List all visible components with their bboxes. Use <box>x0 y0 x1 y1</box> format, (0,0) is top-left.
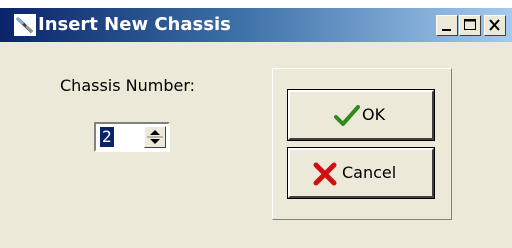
insert-chassis-dialog: Insert New Chassis Chassis Number: 2 OK … <box>0 8 512 248</box>
ok-label: OK <box>362 105 386 124</box>
spinner-arrows[interactable] <box>144 126 166 148</box>
checkmark-icon <box>334 104 360 128</box>
close-button[interactable] <box>484 15 506 36</box>
maximize-icon <box>464 19 476 30</box>
minimize-icon <box>442 29 451 31</box>
minimize-button[interactable] <box>436 15 458 36</box>
app-wand-icon <box>14 14 36 36</box>
close-icon <box>489 19 500 31</box>
window-title: Insert New Chassis <box>38 14 231 35</box>
chassis-number-spinner[interactable]: 2 <box>94 122 170 152</box>
chassis-number-value[interactable]: 2 <box>100 127 114 147</box>
chassis-number-label: Chassis Number: <box>60 76 196 95</box>
maximize-button[interactable] <box>459 15 481 36</box>
title-bar[interactable]: Insert New Chassis <box>0 8 512 42</box>
red-x-icon <box>312 162 338 186</box>
spinner-up-down-icon <box>147 130 163 144</box>
cancel-label: Cancel <box>342 163 397 182</box>
cancel-button[interactable]: Cancel <box>287 147 435 199</box>
ok-button[interactable]: OK <box>287 89 435 141</box>
